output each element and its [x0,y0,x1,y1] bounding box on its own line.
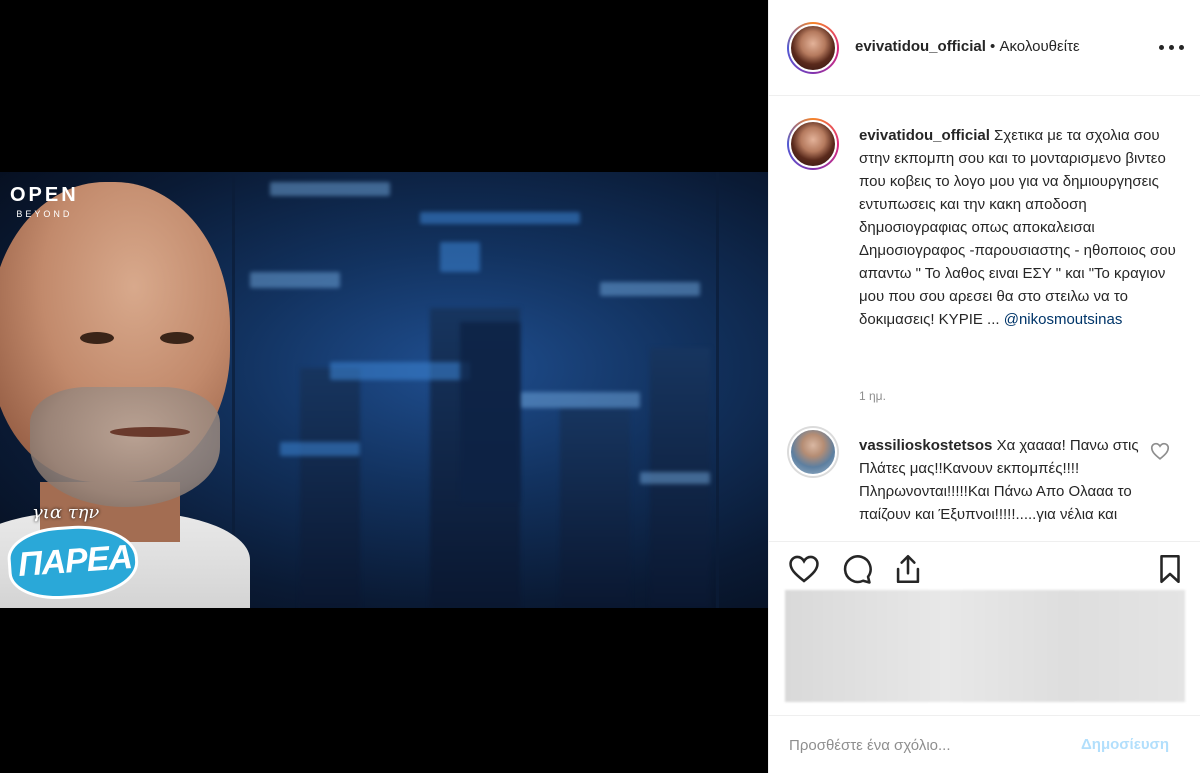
caption-avatar-image [789,120,837,168]
city-light [420,212,580,224]
share-icon[interactable] [891,552,925,586]
presenter-eye [80,332,114,344]
post-caption: evivatidou_official Σχετικα με τα σχολια… [859,124,1179,331]
more-options-button[interactable] [1157,33,1187,61]
city-light [270,182,390,196]
commenter-avatar-image [789,428,837,476]
city-light [330,362,470,380]
media-panel: OPEN BEYOND για την ΠΑΡΕΑ [0,0,768,773]
show-logo-title: ΠΑΡΕΑ [16,538,134,584]
comment-like-heart-icon[interactable] [1149,440,1171,462]
post-details-panel: evivatidou_official • Ακολουθείτε evivat… [768,0,1200,773]
channel-logo: OPEN BEYOND [10,184,79,219]
commenter-avatar[interactable] [787,426,839,478]
header-user-line: evivatidou_official • Ακολουθείτε [855,38,1080,55]
add-comment-form: Δημοσίευση [769,715,1200,773]
caption-username-link[interactable]: evivatidou_official [859,127,990,144]
caption-mention-link[interactable]: @nikosmoutsinas [1004,311,1123,328]
city-shadow [460,322,520,502]
comment-icon[interactable] [839,552,873,586]
author-avatar[interactable] [787,22,839,74]
show-logo-small-text: για την [32,502,100,523]
city-light [520,392,640,408]
heart-icon[interactable] [787,552,821,586]
city-light [640,472,710,484]
caption-text: Σχετικα με τα σχολια σου στην εκπομπη σο… [859,127,1176,328]
more-dot-icon [1179,45,1184,50]
background-building [560,408,630,608]
more-dot-icon [1169,45,1174,50]
commenter-username-link[interactable]: vassilioskostetsos [859,437,992,454]
more-dot-icon [1159,45,1164,50]
presenter-beard [30,387,220,507]
comments-section[interactable]: evivatidou_official Σχετικα με τα σχολια… [769,96,1200,541]
caption-timestamp[interactable]: 1 ημ. [859,389,886,403]
comment-item: vassilioskostetsos Χα χαααα! Πανω στις Π… [859,434,1149,526]
video-player[interactable]: OPEN BEYOND για την ΠΑΡΕΑ [0,172,768,608]
city-light [250,272,340,288]
channel-logo-line2: BEYOND [16,209,73,219]
caption-avatar[interactable] [787,118,839,170]
comment-input[interactable] [789,730,1069,760]
post-header: evivatidou_official • Ακολουθείτε [769,0,1200,96]
background-building [300,368,360,608]
post-actions-bar [769,541,1200,589]
presenter-mouth [110,427,190,437]
bookmark-icon[interactable] [1153,552,1187,586]
background-divider [716,172,719,608]
follow-status[interactable]: • Ακολουθείτε [990,38,1080,55]
channel-logo-line1: OPEN [10,184,79,206]
likes-info-blurred [785,590,1185,702]
city-light [440,242,480,272]
show-logo: για την ΠΑΡΕΑ [4,502,142,606]
author-avatar-image [789,24,837,72]
post-comment-button[interactable]: Δημοσίευση [1081,736,1169,753]
presenter-eye [160,332,194,344]
city-light [600,282,700,296]
author-username-link[interactable]: evivatidou_official [855,38,986,55]
city-light [280,442,360,456]
